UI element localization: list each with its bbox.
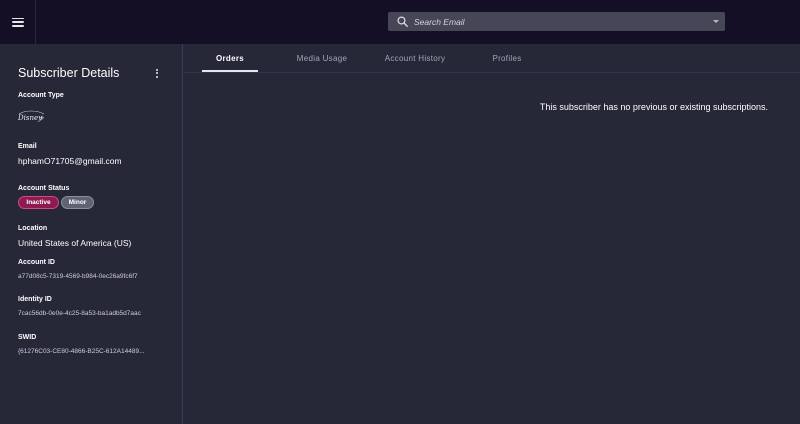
location-label: Location xyxy=(18,225,48,232)
search-email-box[interactable] xyxy=(388,12,725,31)
swid-value: {61276C03-CE80-4866-B25C-612A14489... xyxy=(18,348,145,355)
status-badge-inactive: Inactive xyxy=(18,196,59,209)
tab-profiles[interactable]: Profiles xyxy=(480,44,534,72)
search-icon xyxy=(391,12,413,31)
account-id-label: Account ID xyxy=(18,259,55,266)
subscriber-details-panel: Subscriber Details Account Type Disney +… xyxy=(0,44,183,424)
tab-orders[interactable]: Orders xyxy=(202,44,258,72)
disney-plus-logo: Disney + xyxy=(17,110,45,122)
tab-media-usage-label: Media Usage xyxy=(296,53,348,63)
location-value: United States of America (US) xyxy=(18,238,132,248)
email-value: hphamO71705@gmail.com xyxy=(18,156,122,166)
tab-media-usage[interactable]: Media Usage xyxy=(284,44,360,72)
swid-label: SWID xyxy=(18,334,37,341)
tab-orders-label: Orders xyxy=(215,53,245,63)
account-status-label: Account Status xyxy=(18,185,70,192)
tab-account-history-label: Account History xyxy=(384,53,446,63)
no-subscriptions-message: This subscriber has no previous or exist… xyxy=(539,102,768,112)
email-label: Email xyxy=(18,143,37,150)
tab-divider xyxy=(184,72,800,73)
identity-id-label: Identity ID xyxy=(18,296,52,303)
caret-down-icon[interactable] xyxy=(707,12,725,31)
search-email-input[interactable] xyxy=(413,12,707,31)
tab-account-history[interactable]: Account History xyxy=(370,44,460,72)
svg-text:+: + xyxy=(39,114,45,122)
status-badge-minor: Minor xyxy=(61,196,94,209)
account-id-value: a77d08c5-7319-4569-b984-0ec26a9fc6f7 xyxy=(18,273,138,280)
account-type-label: Account Type xyxy=(18,92,64,99)
hamburger-icon xyxy=(11,17,24,27)
subscriber-tabs: Orders Media Usage Account History Profi… xyxy=(184,44,800,72)
tab-profiles-label: Profiles xyxy=(492,53,522,63)
subscriber-details-title: Subscriber Details xyxy=(18,66,120,80)
top-app-bar xyxy=(0,0,800,44)
vertical-dots-icon[interactable] xyxy=(150,66,164,80)
identity-id-value: 7cac56db-0e0e-4c25-8a53-ba1adb5d7aac xyxy=(18,310,141,317)
hamburger-menu-button[interactable] xyxy=(0,0,36,44)
